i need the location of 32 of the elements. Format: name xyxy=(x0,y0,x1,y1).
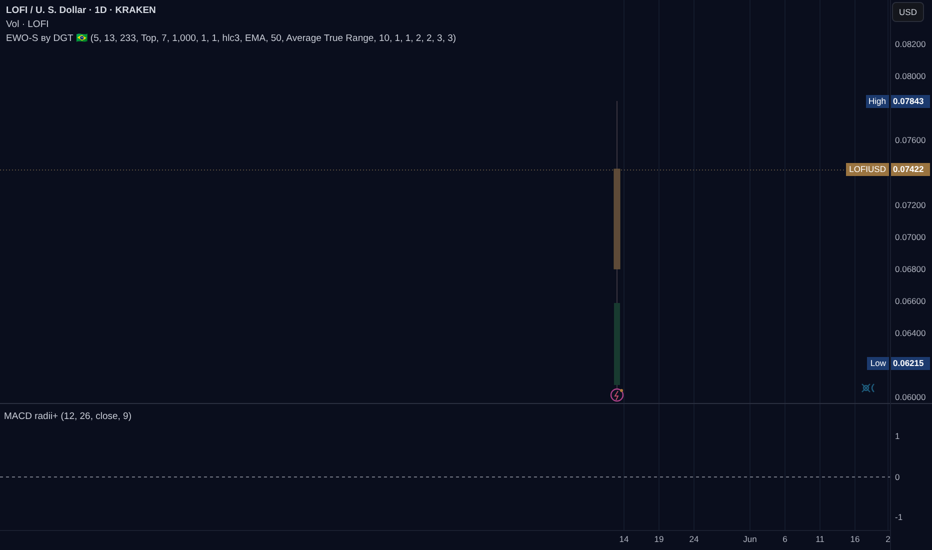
price-label: 0.06400 xyxy=(895,326,926,340)
time-label: 24 xyxy=(689,534,699,544)
price-label: 0.08000 xyxy=(895,70,926,84)
price-label: 0.07000 xyxy=(895,230,926,244)
time-label: 16 xyxy=(850,534,860,544)
currency-button[interactable]: USD xyxy=(892,2,924,22)
price-tag: Low xyxy=(867,356,889,370)
price-tag: LOFIUSD xyxy=(846,162,889,176)
signal-icon xyxy=(861,383,875,393)
axis-label: -1 xyxy=(895,511,903,524)
time-label: 6 xyxy=(782,534,788,544)
price-tag: 0.07422 xyxy=(891,162,930,176)
price-tag: 0.06215 xyxy=(891,356,930,370)
price-tag: High xyxy=(866,95,889,108)
price-label: 0.07200 xyxy=(895,198,926,212)
price-label: 0.07600 xyxy=(895,134,926,148)
indicator-legend: MACD radii+ (12, 26, close, 9) xyxy=(4,410,132,423)
price-label: 0.06800 xyxy=(895,262,926,276)
indicator-legend: Vol · LOFI xyxy=(6,18,456,31)
time-label: 19 xyxy=(654,534,664,544)
time-label: 14 xyxy=(619,534,629,544)
price-label: 0.06600 xyxy=(895,294,926,308)
axis-label: 0 xyxy=(895,470,900,484)
price-tag: 0.07843 xyxy=(891,95,930,108)
axis-label: 1 xyxy=(895,430,900,443)
time-label: 2 xyxy=(886,534,890,544)
price-label: 0.08200 xyxy=(895,38,926,51)
time-label: Jun xyxy=(743,534,757,544)
time-label: 11 xyxy=(816,534,824,544)
chart-title: LOFI / U. S. Dollar · 1D · KRAKEN xyxy=(6,4,157,17)
price-label: 0.06000 xyxy=(895,391,926,404)
indicator-legend: EWO-S вy DGT 🇧🇷 (5, 13, 233, Top, 7, 1,000, 1, 1, hlc3, EMA, 50, Average True Range, 10, 1, 1, 2, 2, 3, 3) xyxy=(6,32,456,45)
